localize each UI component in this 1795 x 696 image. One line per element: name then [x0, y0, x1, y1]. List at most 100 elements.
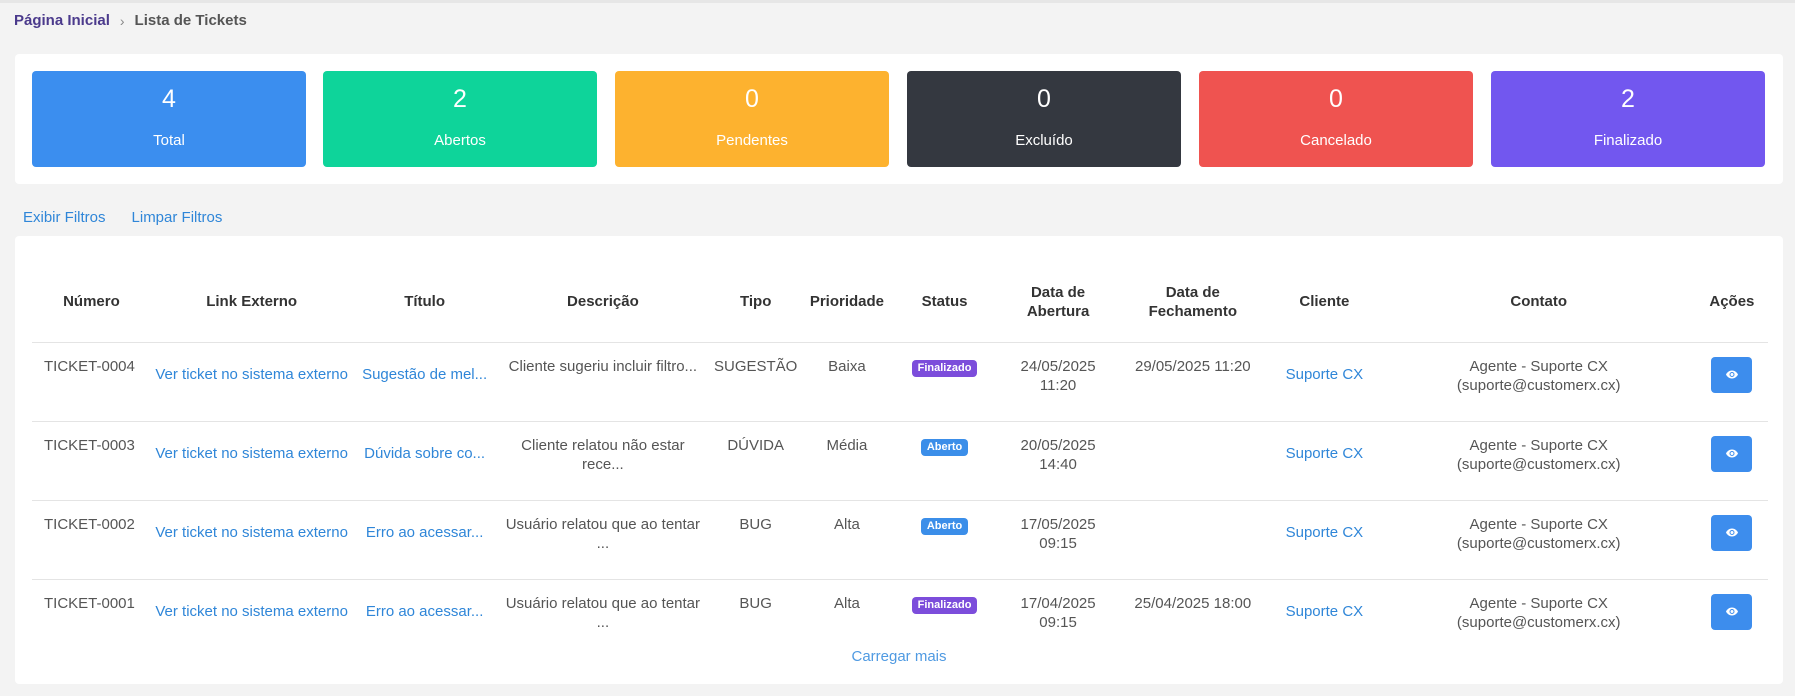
- cell-status: Finalizado: [891, 579, 997, 658]
- cell-data-fechamento: 25/04/2025 18:00: [1134, 594, 1252, 612]
- cell-contato: Agente - Suporte CX (suporte@customerx.c…: [1381, 421, 1696, 501]
- client-link[interactable]: Suporte CX: [1286, 436, 1364, 463]
- table-row: TICKET-0001 Ver ticket no sistema extern…: [32, 579, 1768, 658]
- load-more-link[interactable]: Carregar mais: [15, 648, 1783, 665]
- view-ticket-button[interactable]: [1711, 514, 1753, 551]
- cell-data-fechamento: [1118, 421, 1268, 501]
- cell-titulo: Sugestão de mel...: [352, 342, 497, 422]
- cell-data-abertura: 20/05/2025 14:40: [997, 421, 1119, 501]
- cell-titulo: Erro ao acessar...: [352, 579, 496, 658]
- external-ticket-link[interactable]: Ver ticket no sistema externo: [155, 436, 348, 463]
- stat-label: Abertos: [434, 132, 486, 149]
- header-status[interactable]: Status: [891, 262, 998, 343]
- stat-label: Excluído: [1015, 132, 1073, 149]
- stat-value: 2: [1621, 85, 1635, 113]
- stat-card-total[interactable]: 4 Total: [32, 71, 306, 167]
- cell-acoes: [1696, 579, 1768, 658]
- view-ticket-button[interactable]: [1711, 356, 1753, 393]
- cell-prioridade: Baixa: [802, 342, 892, 422]
- cell-prioridade: Média: [802, 421, 892, 501]
- cell-numero: TICKET-0003: [32, 421, 151, 501]
- table-row: TICKET-0002 Ver ticket no sistema extern…: [32, 500, 1768, 580]
- external-ticket-link[interactable]: Ver ticket no sistema externo: [155, 594, 348, 621]
- cell-data-fechamento: 29/05/2025 11:20: [1118, 342, 1268, 422]
- stat-card-excluido[interactable]: 0 Excluído: [907, 71, 1181, 167]
- external-ticket-link[interactable]: Ver ticket no sistema externo: [155, 357, 348, 384]
- cell-prioridade: Alta: [833, 594, 860, 612]
- ticket-title-link[interactable]: Erro ao acessar...: [366, 594, 484, 621]
- stat-card-cancelado[interactable]: 0 Cancelado: [1199, 71, 1473, 167]
- cell-numero: TICKET-0004: [32, 342, 151, 422]
- cell-cliente: Suporte CX: [1267, 342, 1382, 422]
- status-badge: Aberto: [920, 438, 969, 456]
- breadcrumb-current: Lista de Tickets: [134, 12, 247, 29]
- cell-numero: TICKET-0001: [44, 594, 135, 612]
- cell-cliente: Suporte CX: [1267, 579, 1382, 658]
- eye-icon: [1725, 449, 1738, 458]
- cell-titulo: Dúvida sobre co...: [352, 421, 497, 501]
- status-badge: Finalizado: [911, 359, 978, 377]
- cell-link-externo: Ver ticket no sistema externo: [151, 579, 353, 658]
- header-titulo[interactable]: Título: [352, 262, 497, 343]
- cell-contato: Agente - Suporte CX (suporte@customerx.c…: [1456, 594, 1621, 631]
- external-ticket-link[interactable]: Ver ticket no sistema externo: [155, 515, 348, 542]
- cell-data-abertura: 24/05/2025 11:20: [997, 342, 1119, 422]
- top-divider: [0, 0, 1795, 3]
- status-badge: Aberto: [920, 517, 969, 535]
- breadcrumb-separator: ›: [119, 12, 125, 29]
- eye-icon: [1725, 370, 1738, 379]
- cell-link-externo: Ver ticket no sistema externo: [150, 421, 353, 501]
- cell-link-externo: Ver ticket no sistema externo: [150, 342, 353, 422]
- client-link[interactable]: Suporte CX: [1286, 594, 1364, 621]
- cell-numero: TICKET-0002: [32, 500, 151, 580]
- header-data-abertura[interactable]: Data de Abertura: [997, 262, 1119, 343]
- table-row: TICKET-0004 Ver ticket no sistema extern…: [32, 342, 1768, 422]
- header-descricao[interactable]: Descrição: [496, 262, 709, 343]
- header-prioridade[interactable]: Prioridade: [802, 262, 892, 343]
- stat-card-finalizado[interactable]: 2 Finalizado: [1491, 71, 1765, 167]
- cell-prioridade: Alta: [802, 500, 892, 580]
- ticket-title-link[interactable]: Sugestão de mel...: [362, 357, 487, 384]
- header-numero[interactable]: Número: [32, 262, 151, 343]
- table-header-row: Número Link Externo Título Descrição Tip…: [32, 262, 1768, 343]
- view-ticket-button[interactable]: [1711, 593, 1753, 630]
- cell-tipo: BUG: [708, 500, 803, 580]
- cell-status: Finalizado: [891, 342, 998, 422]
- header-link-externo[interactable]: Link Externo: [150, 262, 353, 343]
- status-badge: Finalizado: [911, 596, 978, 614]
- cell-acoes: [1695, 342, 1768, 422]
- eye-icon: [1725, 607, 1738, 616]
- cell-cliente: Suporte CX: [1267, 421, 1382, 501]
- cell-descricao: Cliente sugeriu incluir filtro...: [496, 342, 709, 422]
- client-link[interactable]: Suporte CX: [1286, 515, 1364, 542]
- header-data-fechamento[interactable]: Data de Fechamento: [1118, 262, 1268, 343]
- header-acoes: Ações: [1695, 262, 1768, 343]
- cell-data-abertura: 17/04/2025 09:15: [1020, 594, 1096, 631]
- stats-panel: 4 Total 2 Abertos 0 Pendentes 0 Excluído…: [15, 54, 1783, 184]
- stat-card-abertos[interactable]: 2 Abertos: [323, 71, 597, 167]
- cell-tipo: BUG: [739, 594, 772, 612]
- cell-descricao: Usuário relatou que ao tentar ...: [496, 500, 709, 580]
- cell-descricao: Cliente relatou não estar rece...: [496, 421, 709, 501]
- tickets-table-panel: Número Link Externo Título Descrição Tip…: [15, 236, 1783, 684]
- ticket-title-link[interactable]: Erro ao acessar...: [366, 515, 484, 542]
- header-tipo[interactable]: Tipo: [708, 262, 803, 343]
- show-filters-link[interactable]: Exibir Filtros: [23, 209, 106, 226]
- stat-value: 0: [1329, 85, 1343, 113]
- view-ticket-button[interactable]: [1711, 435, 1753, 472]
- breadcrumb-home-link[interactable]: Página Inicial: [14, 12, 110, 29]
- header-cliente[interactable]: Cliente: [1267, 262, 1382, 343]
- cell-contato: Agente - Suporte CX (suporte@customerx.c…: [1381, 342, 1696, 422]
- cell-data-abertura: 17/05/2025 09:15: [997, 500, 1119, 580]
- header-contato[interactable]: Contato: [1381, 262, 1696, 343]
- stat-label: Cancelado: [1300, 132, 1372, 149]
- cell-titulo: Erro ao acessar...: [352, 500, 497, 580]
- cell-acoes: [1695, 421, 1768, 501]
- stat-label: Finalizado: [1593, 132, 1663, 149]
- client-link[interactable]: Suporte CX: [1286, 357, 1364, 384]
- cell-cliente: Suporte CX: [1267, 500, 1382, 580]
- clear-filters-link[interactable]: Limpar Filtros: [132, 209, 223, 226]
- stat-value: 2: [453, 85, 467, 113]
- ticket-title-link[interactable]: Dúvida sobre co...: [364, 436, 485, 463]
- stat-card-pendentes[interactable]: 0 Pendentes: [615, 71, 889, 167]
